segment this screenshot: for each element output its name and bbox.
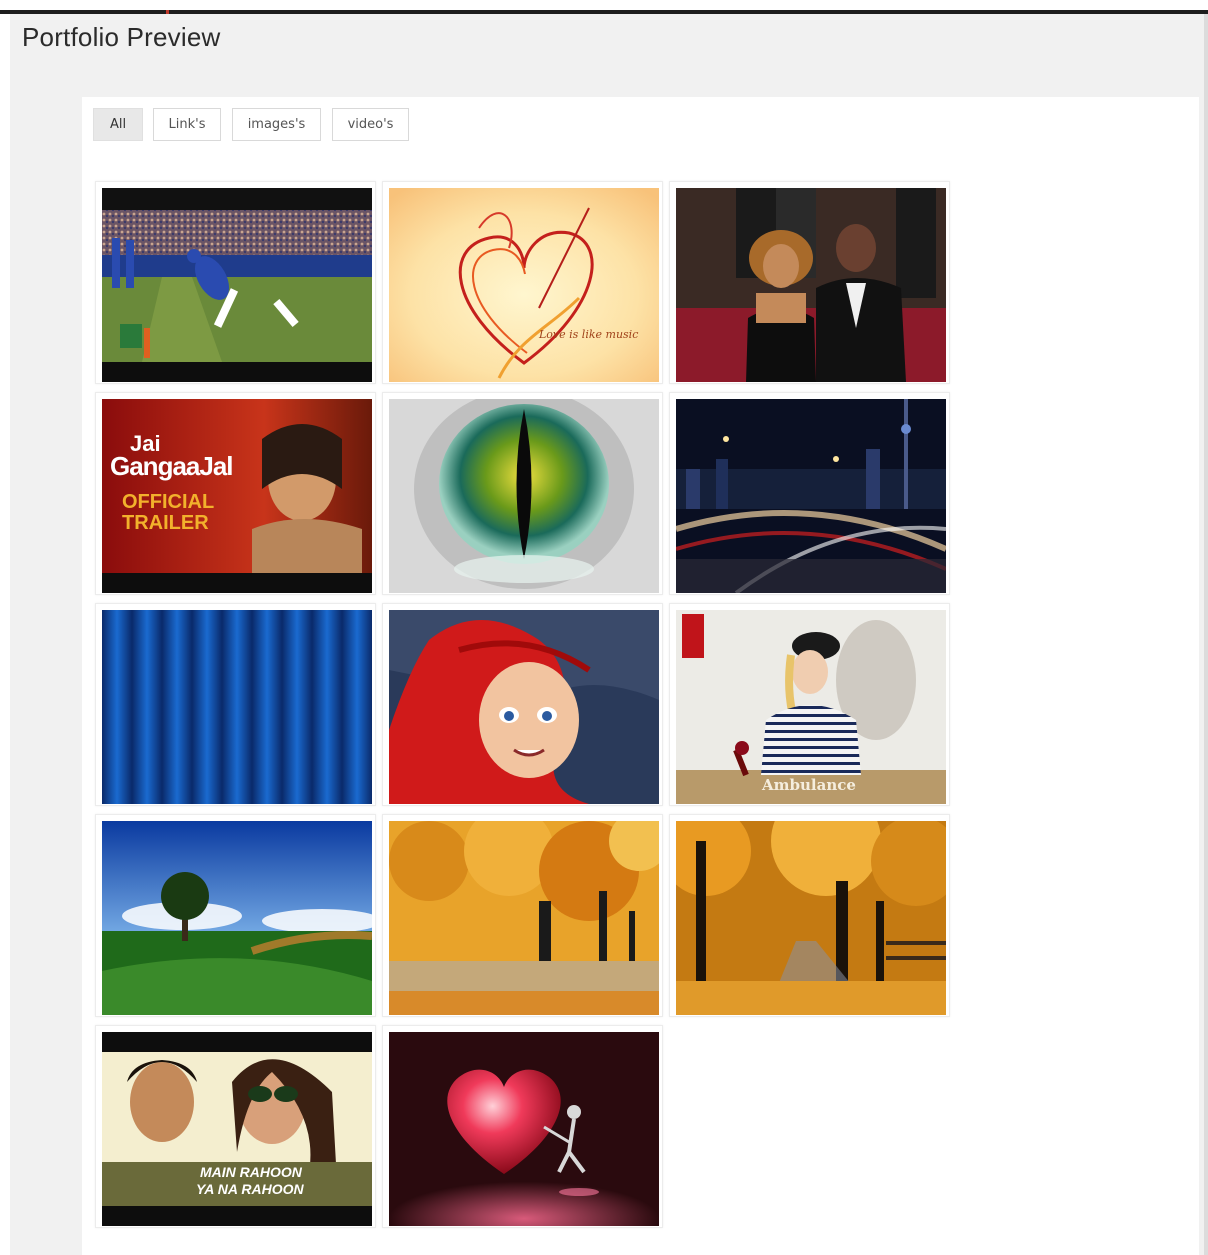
city-night-image <box>676 399 946 593</box>
filter-links-button[interactable]: Link's <box>153 108 221 141</box>
woman-striped-shirt-image: Ambulance <box>676 610 946 804</box>
top-bar-line <box>0 10 1208 14</box>
portfolio-item-mermaid[interactable] <box>382 603 663 806</box>
autumn-path-image <box>676 821 946 1015</box>
blue-curtain-image <box>102 610 372 804</box>
trailer-title-line-4: TRAILER <box>122 512 209 534</box>
music-video-title-line-1: MAIN RAHOON <box>200 1164 302 1180</box>
filter-all-button[interactable]: All <box>93 108 143 141</box>
trailer-title-line-3: OFFICIAL <box>122 491 215 513</box>
football-catch-image <box>102 188 372 382</box>
movie-trailer-image: Jai GangaaJal OFFICIAL TRAILER <box>102 399 372 593</box>
portfolio-item-trailer[interactable]: Jai GangaaJal OFFICIAL TRAILER <box>95 392 376 595</box>
filter-images-button[interactable]: images's <box>232 108 321 141</box>
portfolio-item-blue-curtain[interactable] <box>95 603 376 806</box>
left-strip <box>0 14 10 1255</box>
heart-sketch-caption: Love is like music <box>539 328 639 341</box>
right-scroll-strip <box>1204 14 1208 1255</box>
page-title: Portfolio Preview <box>22 22 221 52</box>
ambulance-caption: Ambulance <box>762 776 856 794</box>
portfolio-item-lone-tree[interactable] <box>95 814 376 1017</box>
lone-tree-field-image <box>102 821 372 1015</box>
portfolio-item-autumn-trees[interactable] <box>382 814 663 1017</box>
portfolio-item-red-heart[interactable] <box>382 1025 663 1228</box>
filter-videos-button[interactable]: video's <box>332 108 409 141</box>
red-heart-figure-image <box>389 1032 659 1226</box>
portfolio-item-autumn-path[interactable] <box>669 814 950 1017</box>
dragon-eye-image <box>389 399 659 593</box>
portfolio-item-red-carpet[interactable] <box>669 181 950 384</box>
portfolio-item-music-video[interactable]: MAIN RAHOON YA NA RAHOON <box>95 1025 376 1228</box>
music-video-title-line-2: YA NA RAHOON <box>196 1181 304 1197</box>
portfolio-panel: All Link's images's video's Love is like… <box>82 97 1199 1255</box>
red-carpet-image <box>676 188 946 382</box>
portfolio-item-heart-sketch[interactable]: Love is like music <box>382 181 663 384</box>
portfolio-item-city-night[interactable] <box>669 392 950 595</box>
top-bar-accent <box>166 10 169 14</box>
cartoon-mermaid-image <box>389 610 659 804</box>
portfolio-item-ambulance[interactable]: Ambulance <box>669 603 950 806</box>
portfolio-item-football[interactable] <box>95 181 376 384</box>
portfolio-item-dragon-eye[interactable] <box>382 392 663 595</box>
autumn-trees-image <box>389 821 659 1015</box>
music-video-couple-image: MAIN RAHOON YA NA RAHOON <box>102 1032 372 1226</box>
trailer-title-line-2: GangaaJal <box>110 451 234 481</box>
heart-sketch-image: Love is like music <box>389 188 659 382</box>
